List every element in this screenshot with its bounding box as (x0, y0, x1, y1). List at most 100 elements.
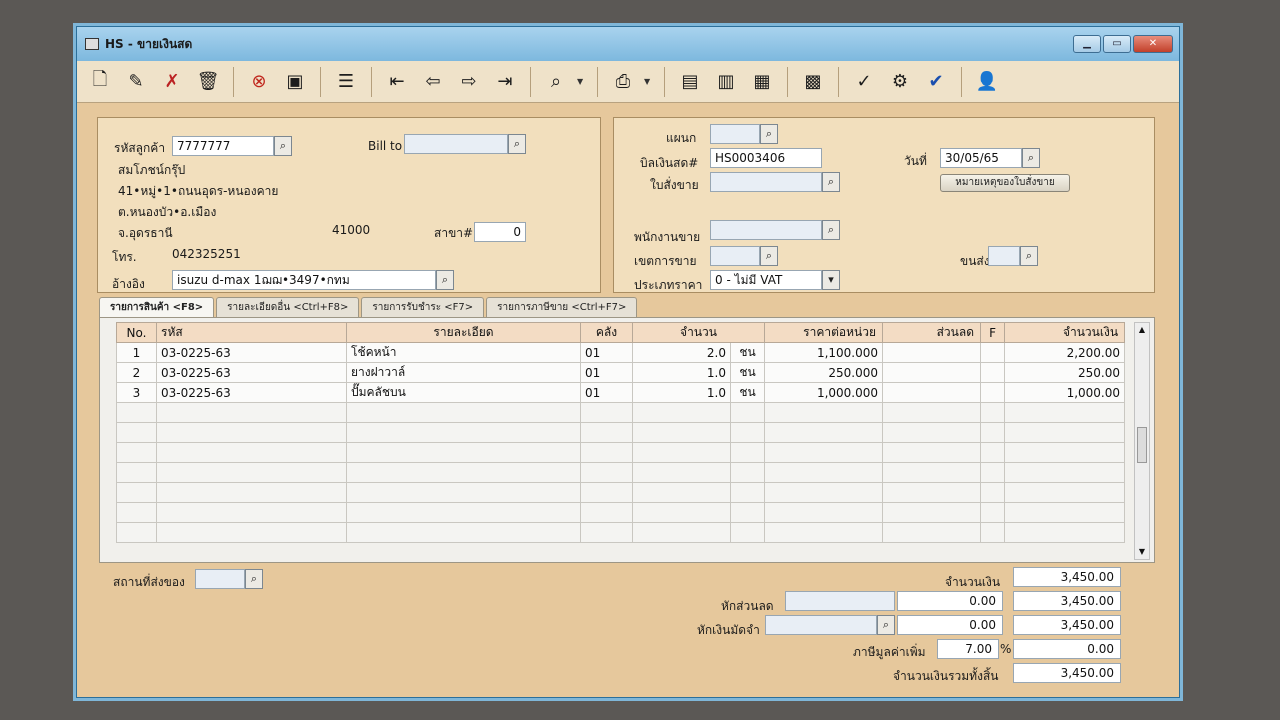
table-cell-qty[interactable] (632, 422, 731, 443)
table-cell-disc[interactable] (882, 442, 982, 463)
table-cell-desc[interactable] (346, 482, 581, 503)
table-cell-f[interactable] (980, 442, 1006, 463)
table-row[interactable] (116, 522, 1126, 543)
deposit-text-field[interactable] (765, 615, 877, 635)
approve-icon[interactable]: ✓ (849, 67, 879, 97)
tab-items[interactable]: รายการสินค้า <F8> (99, 297, 215, 317)
table-cell-code[interactable] (156, 462, 347, 483)
table-cell-code[interactable] (156, 482, 347, 503)
first-icon[interactable]: ⇤ (382, 67, 412, 97)
search-icon[interactable]: ⌕ (274, 136, 292, 156)
table-cell-qty[interactable] (632, 462, 731, 483)
table-cell-f[interactable] (980, 482, 1006, 503)
search-icon[interactable]: ⌕ (1020, 246, 1038, 266)
table-cell-price[interactable]: 1,100.000 (764, 342, 884, 363)
column-header-no[interactable]: No. (116, 322, 157, 343)
save-icon[interactable]: ▣ (280, 67, 310, 97)
table-cell-disc[interactable] (882, 402, 982, 423)
tab-sales-tax[interactable]: รายการภาษีขาย <Ctrl+F7> (486, 297, 638, 317)
table-cell-wh[interactable] (580, 402, 633, 423)
table-cell-disc[interactable] (882, 502, 982, 523)
sales-order-field[interactable] (710, 172, 822, 192)
department-field[interactable] (710, 124, 760, 144)
calendar-icon[interactable]: ⌕ (1022, 148, 1040, 168)
chevron-down-icon[interactable]: ▾ (822, 270, 840, 290)
table-cell-no[interactable] (116, 482, 157, 503)
search-icon[interactable]: ⌕ (822, 172, 840, 192)
table-cell-disc[interactable] (882, 522, 982, 543)
table-cell-desc[interactable]: ยางฝาวาล์ (346, 362, 581, 383)
table-cell-disc[interactable] (882, 462, 982, 483)
table-cell-no[interactable] (116, 402, 157, 423)
search-icon[interactable]: ⌕ (436, 270, 454, 290)
column-header-f[interactable]: F (980, 322, 1006, 343)
table-cell-f[interactable] (980, 402, 1006, 423)
column-header-warehouse[interactable]: คลัง (580, 322, 633, 343)
table-row[interactable] (116, 502, 1126, 523)
date-field[interactable]: 30/05/65 (940, 148, 1022, 168)
prev-icon[interactable]: ⇦ (418, 67, 448, 97)
grid-scrollbar[interactable]: ▲ ▼ (1134, 322, 1150, 560)
table-cell-wh[interactable] (580, 442, 633, 463)
table-cell-disc[interactable] (882, 422, 982, 443)
search-icon[interactable]: ⌕ (877, 615, 895, 635)
table-cell-f[interactable] (980, 362, 1006, 383)
table-cell-wh[interactable]: 01 (580, 382, 633, 403)
tab-other-details[interactable]: รายละเอียดอื่น <Ctrl+F8> (216, 297, 360, 317)
table-cell-qty[interactable]: 1.0 (632, 382, 731, 403)
import-icon[interactable]: ▥ (711, 67, 741, 97)
search-icon[interactable]: ⌕ (760, 246, 778, 266)
column-header-quantity[interactable]: จำนวน (631, 322, 766, 343)
table-cell-code[interactable]: 03-0225-63 (156, 362, 347, 383)
table-cell-qty[interactable]: 2.0 (632, 342, 731, 363)
scroll-down-icon[interactable]: ▼ (1135, 545, 1149, 559)
table-cell-unit[interactable] (729, 462, 766, 483)
table-cell-unit[interactable]: ชน (729, 382, 766, 403)
column-header-amount[interactable]: จำนวนเงิน (1004, 322, 1126, 343)
table-cell-amount[interactable] (1004, 482, 1126, 503)
table-cell-unit[interactable] (729, 442, 766, 463)
table-cell-amount[interactable]: 2,200.00 (1004, 342, 1126, 363)
table-row[interactable]: 2 03-0225-63 ยางฝาวาล์ 01 1.0 ชน 250.000 250.00 (116, 362, 1126, 383)
new-icon[interactable]: 🗋 (85, 67, 115, 97)
table-row[interactable] (116, 422, 1126, 443)
order-note-button[interactable]: หมายเหตุของใบสั่งขาย (940, 174, 1070, 192)
table-cell-no[interactable]: 1 (116, 342, 157, 363)
table-cell-disc[interactable] (882, 482, 982, 503)
table-cell-desc[interactable] (346, 462, 581, 483)
search-icon[interactable]: ⌕ (822, 220, 840, 240)
table-cell-code[interactable] (156, 442, 347, 463)
table-cell-price[interactable] (764, 482, 884, 503)
tab-payments[interactable]: รายการรับชำระ <F7> (361, 297, 485, 317)
table-cell-f[interactable] (980, 382, 1006, 403)
table-row[interactable] (116, 442, 1126, 463)
bill-number-field[interactable]: HS0003406 (710, 148, 822, 168)
table-cell-price[interactable] (764, 502, 884, 523)
table-cell-disc[interactable] (882, 382, 982, 403)
table-cell-unit[interactable] (729, 522, 766, 543)
table-cell-f[interactable] (980, 462, 1006, 483)
table-cell-price[interactable]: 250.000 (764, 362, 884, 383)
table-cell-amount[interactable] (1004, 442, 1126, 463)
last-icon[interactable]: ⇥ (490, 67, 520, 97)
table-cell-desc[interactable] (346, 522, 581, 543)
table-cell-qty[interactable] (632, 442, 731, 463)
table-cell-desc[interactable]: โช้คหน้า (346, 342, 581, 363)
table-cell-unit[interactable]: ชน (729, 342, 766, 363)
table-cell-amount[interactable] (1004, 462, 1126, 483)
table-cell-wh[interactable] (580, 462, 633, 483)
scroll-up-icon[interactable]: ▲ (1135, 323, 1149, 337)
tools-icon[interactable]: ⚙ (885, 67, 915, 97)
table-cell-wh[interactable]: 01 (580, 342, 633, 363)
discount-field[interactable]: 0.00 (897, 591, 1003, 611)
table-row[interactable]: 3 03-0225-63 ปั๊มคลัชบน 01 1.0 ชน 1,000.000 1,0… (116, 382, 1126, 403)
vat-rate-field[interactable]: 7.00 (937, 639, 999, 659)
table-cell-qty[interactable] (632, 402, 731, 423)
table-cell-unit[interactable] (729, 502, 766, 523)
table-cell-no[interactable] (116, 502, 157, 523)
table-cell-qty[interactable]: 1.0 (632, 362, 731, 383)
table-cell-unit[interactable] (729, 482, 766, 503)
table-cell-no[interactable] (116, 462, 157, 483)
user-icon[interactable]: 👤 (972, 67, 1002, 97)
table-cell-price[interactable] (764, 422, 884, 443)
